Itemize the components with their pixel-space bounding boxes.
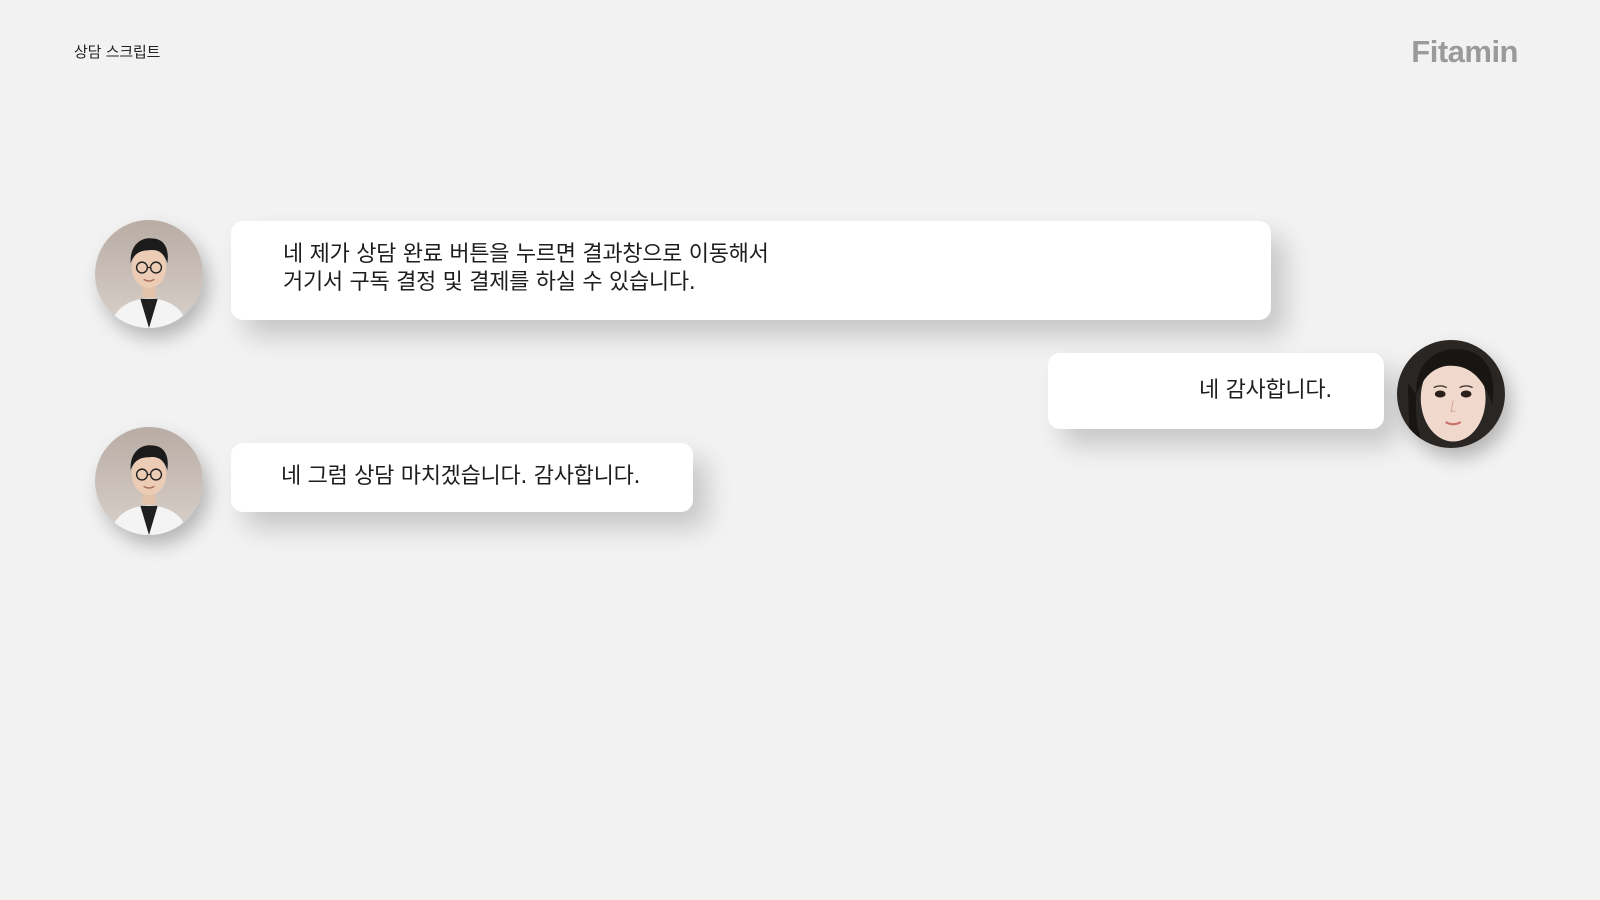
customer-photo-icon bbox=[1397, 340, 1505, 448]
message-line: 네 제가 상담 완료 버튼을 누르면 결과창으로 이동해서 bbox=[283, 242, 769, 267]
message-line: 네 그럼 상담 마치겠습니다. 감사합니다. bbox=[281, 464, 641, 489]
message-line: 거기서 구독 결정 및 결제를 하실 수 있습니다. bbox=[283, 270, 696, 295]
brand-logo: Fitamin bbox=[1411, 34, 1518, 69]
counselor-avatar bbox=[95, 220, 203, 328]
message-line: 네 감사합니다. bbox=[1198, 378, 1332, 403]
counselor-photo-icon bbox=[95, 427, 203, 535]
counselor-avatar bbox=[95, 427, 203, 535]
chat-bubble-counselor: 네 그럼 상담 마치겠습니다. 감사합니다. bbox=[231, 443, 693, 512]
chat-bubble-customer: 네 감사합니다. bbox=[1048, 353, 1384, 429]
chat-bubble-counselor: 네 제가 상담 완료 버튼을 누르면 결과창으로 이동해서 거기서 구독 결정 … bbox=[231, 221, 1271, 320]
page-title: 상담 스크립트 bbox=[74, 43, 161, 61]
counselor-photo-icon bbox=[95, 220, 203, 328]
customer-avatar bbox=[1397, 340, 1505, 448]
